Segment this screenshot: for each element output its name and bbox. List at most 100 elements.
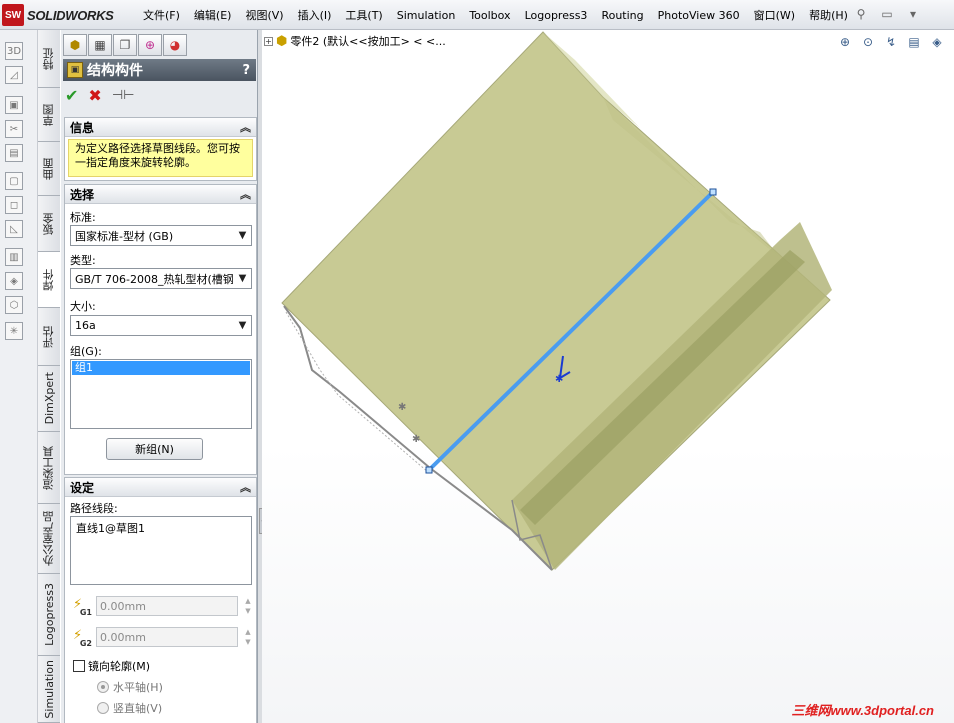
new-document-icon[interactable]: ▭ bbox=[876, 4, 898, 24]
tab-features[interactable]: 特征 bbox=[38, 30, 60, 88]
menu-file[interactable]: 文件(F) bbox=[136, 7, 187, 23]
vertical-axis-radio[interactable]: 竖直轴(V) bbox=[97, 700, 162, 716]
menu-help[interactable]: 帮助(H) bbox=[802, 7, 855, 23]
pm-title-text: 结构构件 bbox=[87, 63, 143, 79]
pin-icon[interactable]: ⚲ bbox=[850, 4, 872, 24]
settings-group-header[interactable]: 设定 ︽ bbox=[65, 478, 256, 497]
tab-weldments[interactable]: 焊件 bbox=[38, 252, 60, 308]
chevron-down-icon[interactable]: ▼ bbox=[234, 316, 251, 335]
property-manager-title: ▣ 结构构件 ? bbox=[63, 59, 256, 81]
radio-dot[interactable] bbox=[97, 702, 109, 714]
group-label: 组(G): bbox=[70, 345, 102, 358]
mirror-profile-checkbox[interactable]: 镜向轮廓(M) bbox=[73, 658, 150, 674]
keep-visible-pin-icon[interactable]: ⊣⊢ bbox=[112, 88, 135, 103]
section-view-icon[interactable]: ▤ bbox=[905, 33, 923, 51]
menu-toolbox[interactable]: Toolbox bbox=[462, 9, 517, 22]
fillet-bead-icon[interactable]: ◺ bbox=[5, 220, 23, 238]
extrude-icon[interactable]: ▣ bbox=[5, 96, 23, 114]
checkbox-box[interactable] bbox=[73, 660, 85, 672]
menu-logopress3[interactable]: Logopress3 bbox=[518, 9, 595, 22]
gap2-spinner[interactable]: ▲ ▼ bbox=[242, 627, 254, 647]
dimxpert-manager-tab-icon[interactable]: ⊕ bbox=[138, 34, 162, 56]
display-manager-tab-icon[interactable]: ◕ bbox=[163, 34, 187, 56]
tab-evaluate[interactable]: 评估 bbox=[38, 308, 60, 366]
end-cap-icon[interactable]: ◻ bbox=[5, 196, 23, 214]
graphics-viewport[interactable]: ✱ ✱ ✱ + ⬢ 零件2 (默认<<按加工> < <... ⊕ ⊙ ↯ ▤ ◈… bbox=[262, 30, 954, 723]
tab-surfaces[interactable]: 曲面 bbox=[38, 142, 60, 196]
menu-bar: SW SOLIDWORKS 文件(F) 编辑(E) 视图(V) 插入(I) 工具… bbox=[0, 0, 954, 30]
help-button[interactable]: ? bbox=[242, 63, 250, 78]
size-select[interactable]: 16a ▼ bbox=[70, 315, 252, 336]
weldment-icon[interactable]: ▤ bbox=[5, 144, 23, 162]
tab-logopress3[interactable]: Logopress3 bbox=[38, 574, 60, 656]
tab-office-products[interactable]: 办公室产品 bbox=[38, 504, 60, 574]
property-manager-tab-icon[interactable]: ▦ bbox=[88, 34, 112, 56]
gap1-spinner[interactable]: ▲ ▼ bbox=[242, 596, 254, 616]
menu-simulation[interactable]: Simulation bbox=[390, 9, 463, 22]
channel-steel-model[interactable]: ✱ ✱ ✱ bbox=[262, 30, 954, 723]
menu-routing[interactable]: Routing bbox=[594, 9, 650, 22]
menu-view[interactable]: 视图(V) bbox=[238, 7, 290, 23]
path-start-point[interactable] bbox=[425, 466, 433, 474]
standard-select[interactable]: 国家标准-型材 (GB) ▼ bbox=[70, 225, 252, 246]
3d-body-icon[interactable]: ⬡ bbox=[5, 296, 23, 314]
tab-render-tools[interactable]: 渲染工具 bbox=[38, 432, 60, 504]
view-orientation-icon[interactable]: ◈ bbox=[928, 33, 946, 51]
tab-sheet-metal[interactable]: 钣金 bbox=[38, 196, 60, 252]
3d-sketch-icon[interactable]: 3D bbox=[5, 42, 23, 60]
tab-sketch[interactable]: 草图 bbox=[38, 88, 60, 142]
path-segments-list[interactable]: 直线1@草图1 bbox=[70, 516, 252, 585]
radio-dot[interactable] bbox=[97, 681, 109, 693]
gap2-input[interactable]: 0.00mm bbox=[96, 627, 238, 647]
path-segment-item[interactable]: 直线1@草图1 bbox=[76, 522, 145, 535]
menu-window[interactable]: 窗口(W) bbox=[747, 7, 802, 23]
selection-group-header[interactable]: 选择 ︽ bbox=[65, 185, 256, 204]
menu-tools[interactable]: 工具(T) bbox=[338, 7, 389, 23]
group-list[interactable]: 组1 bbox=[70, 359, 252, 429]
vertical-axis-label: 竖直轴(V) bbox=[113, 702, 163, 715]
app-logo: SW SOLIDWORKS bbox=[2, 3, 126, 27]
standard-label: 标准: bbox=[70, 211, 96, 224]
size-label: 大小: bbox=[70, 300, 96, 313]
feature-manager-tab-icon[interactable]: ⬢ bbox=[63, 34, 87, 56]
feature-tree-flyout[interactable]: + ⬢ 零件2 (默认<<按加工> < <... bbox=[264, 32, 446, 50]
menu-photoview[interactable]: PhotoView 360 bbox=[651, 9, 747, 22]
command-manager-tabs: 特征 草图 曲面 钣金 焊件 评估 DimXpert 渲染工具 办公室产品 Lo… bbox=[38, 30, 60, 723]
trim-icon[interactable]: ✂ bbox=[5, 120, 23, 138]
horizontal-axis-radio[interactable]: 水平轴(H) bbox=[97, 679, 163, 695]
path-end-point[interactable] bbox=[709, 188, 717, 196]
gusset-icon[interactable]: ▢ bbox=[5, 172, 23, 190]
configuration-manager-tab-icon[interactable]: ❐ bbox=[113, 34, 137, 56]
zoom-area-icon[interactable]: ⊙ bbox=[859, 33, 877, 51]
command-icon-strip: 3D ◿ ▣ ✂ ▤ ▢ ◻ ◺ ▥ ◈ ⬡ ✳ bbox=[0, 30, 38, 723]
bounding-box-icon[interactable]: ◈ bbox=[5, 272, 23, 290]
tab-simulation[interactable]: Simulation bbox=[38, 656, 60, 723]
tab-dimxpert[interactable]: DimXpert bbox=[38, 366, 60, 432]
part-icon: ⬢ bbox=[276, 33, 288, 49]
expand-tree-icon[interactable]: + bbox=[264, 36, 273, 46]
info-group-header[interactable]: 信息 ︽ bbox=[65, 118, 256, 137]
chevron-down-icon[interactable]: ▼ bbox=[234, 226, 251, 245]
cancel-x-icon[interactable]: ✖ bbox=[88, 86, 101, 105]
collapse-chevron-icon[interactable]: ︽ bbox=[240, 479, 251, 495]
ok-check-icon[interactable]: ✔ bbox=[65, 86, 78, 105]
zoom-to-fit-icon[interactable]: ⊕ bbox=[836, 33, 854, 51]
gap1-row: ⚡ G1 0.00mm ▲ ▼ bbox=[70, 595, 254, 617]
collapse-chevron-icon[interactable]: ︽ bbox=[240, 186, 251, 202]
collapse-chevron-icon[interactable]: ︽ bbox=[240, 119, 251, 135]
group-list-item[interactable]: 组1 bbox=[72, 361, 250, 375]
previous-view-icon[interactable]: ↯ bbox=[882, 33, 900, 51]
cut-list-icon[interactable]: ▥ bbox=[5, 248, 23, 266]
info-group: 信息 ︽ 为定义路径选择草图线段。您可按一指定角度来旋转轮廓。 bbox=[64, 117, 257, 181]
open-icon[interactable]: ▾ bbox=[902, 4, 924, 24]
new-group-button[interactable]: 新组(N) bbox=[106, 438, 203, 460]
chevron-down-icon[interactable]: ▼ bbox=[234, 269, 251, 288]
part-name-text[interactable]: 零件2 (默认<<按加工> < <... bbox=[290, 33, 445, 49]
reference-icon[interactable]: ✳ bbox=[5, 322, 23, 340]
type-select[interactable]: GB/T 706-2008_热轧型材(槽钢 ▼ bbox=[70, 268, 252, 289]
smart-dimension-icon[interactable]: ◿ bbox=[5, 66, 23, 84]
menu-edit[interactable]: 编辑(E) bbox=[187, 7, 239, 23]
gap1-input[interactable]: 0.00mm bbox=[96, 596, 238, 616]
menu-insert[interactable]: 插入(I) bbox=[291, 7, 339, 23]
selection-group: 选择 ︽ 标准: 国家标准-型材 (GB) ▼ 类型: GB/T 706-2008_… bbox=[64, 184, 257, 475]
